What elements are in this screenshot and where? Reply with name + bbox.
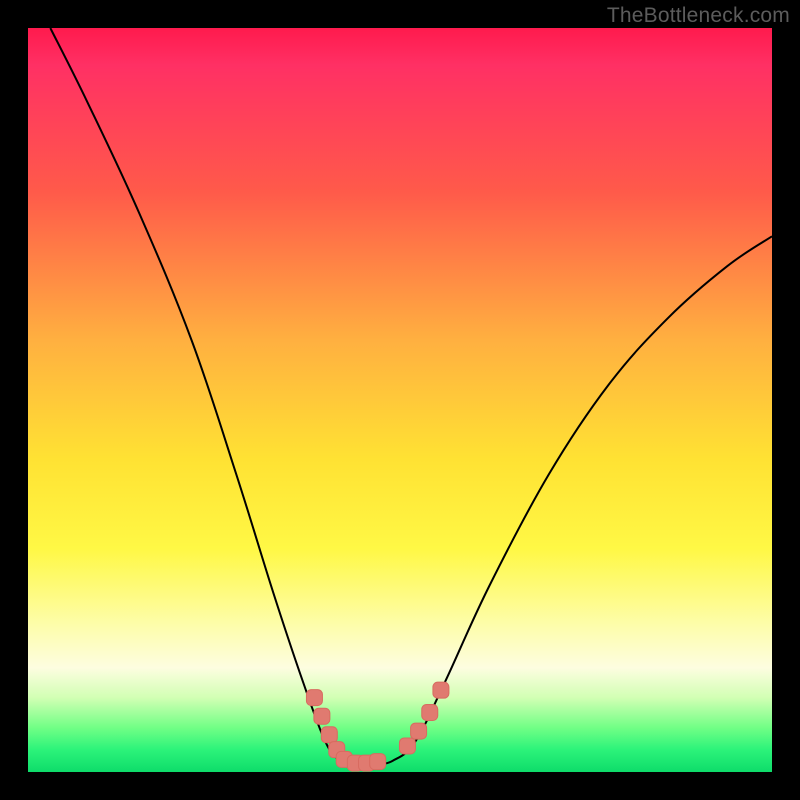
- watermark-label: TheBottleneck.com: [607, 4, 790, 28]
- data-marker: [321, 727, 337, 743]
- data-marker: [433, 682, 449, 698]
- data-marker: [399, 738, 415, 754]
- data-marker: [314, 708, 330, 724]
- data-marker: [306, 690, 322, 706]
- data-marker: [422, 704, 438, 720]
- data-marker: [411, 723, 427, 739]
- outer-frame: TheBottleneck.com: [0, 0, 800, 800]
- data-markers-group: [306, 682, 448, 771]
- bottleneck-curve-left: [50, 28, 377, 765]
- data-marker: [370, 754, 386, 770]
- chart-overlay: [28, 28, 772, 772]
